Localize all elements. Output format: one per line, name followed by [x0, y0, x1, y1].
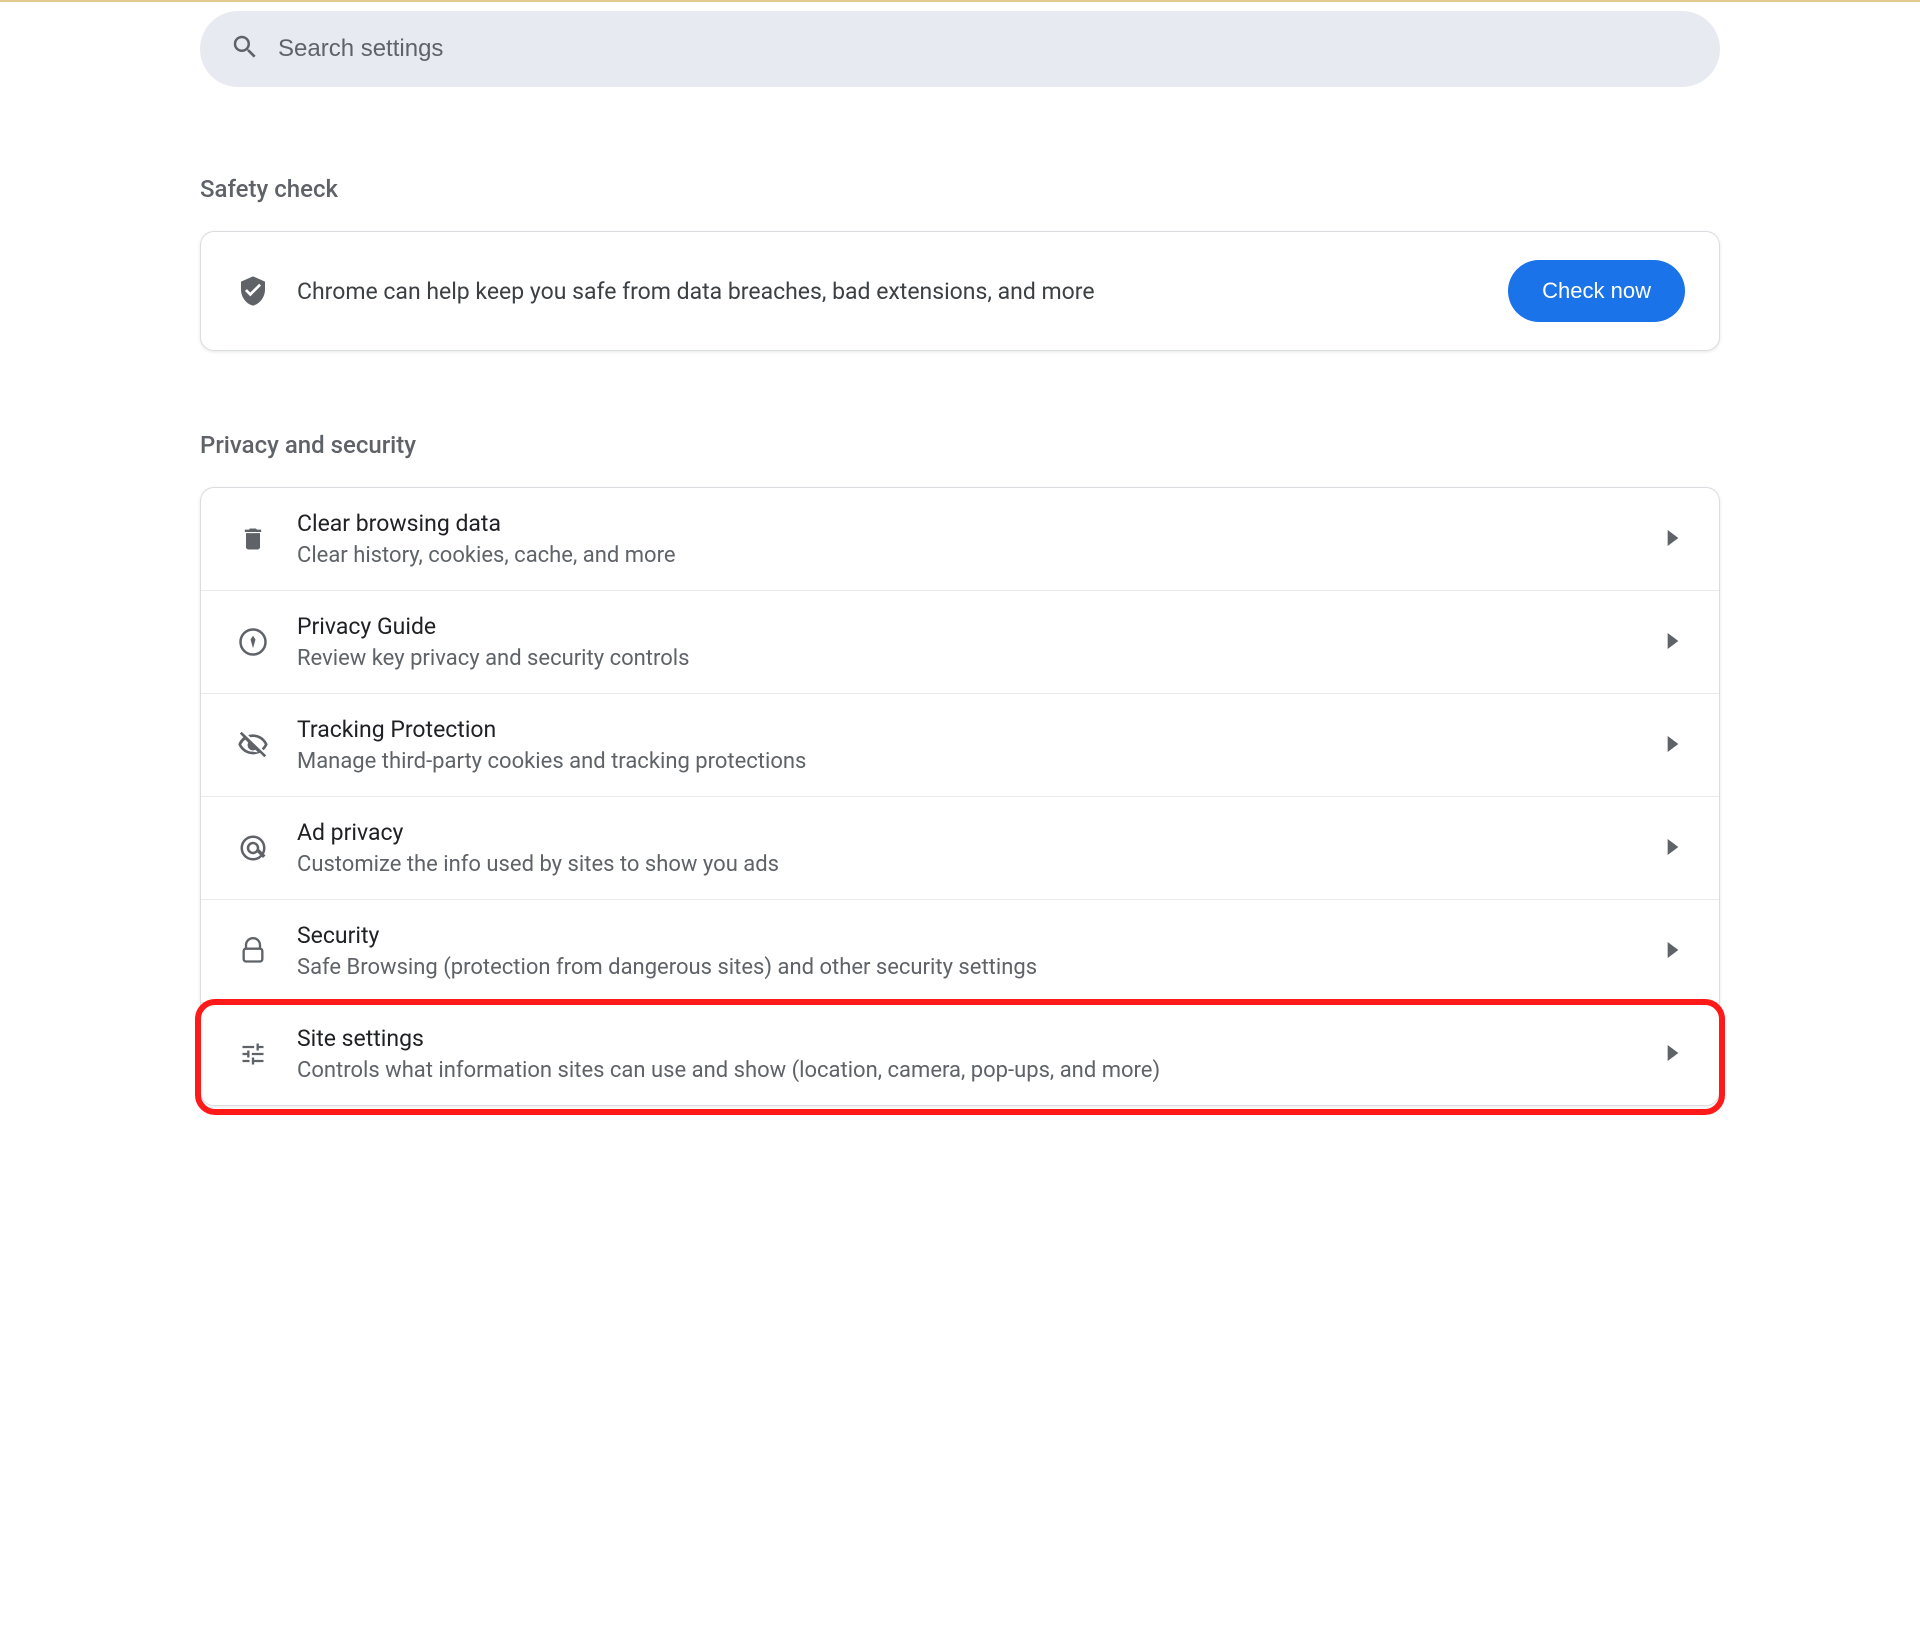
row-title: Site settings	[297, 1025, 1641, 1052]
row-subtitle: Customize the info used by sites to show…	[297, 852, 1641, 877]
safety-check-heading: Safety check	[200, 175, 1720, 203]
row-text: Tracking Protection Manage third-party c…	[297, 716, 1641, 774]
chevron-right-icon	[1667, 530, 1685, 548]
compass-icon	[235, 624, 271, 660]
search-bar[interactable]	[200, 11, 1720, 87]
settings-page: Safety check Chrome can help keep you sa…	[190, 11, 1730, 1106]
row-title: Tracking Protection	[297, 716, 1641, 743]
shield-check-icon	[235, 273, 271, 309]
privacy-card: Clear browsing data Clear history, cooki…	[200, 487, 1720, 1106]
site-settings-row[interactable]: Site settings Controls what information …	[201, 1003, 1719, 1105]
top-border-accent	[0, 0, 1920, 2]
row-text: Site settings Controls what information …	[297, 1025, 1641, 1083]
tracking-protection-row[interactable]: Tracking Protection Manage third-party c…	[201, 694, 1719, 797]
tune-icon	[235, 1036, 271, 1072]
row-title: Ad privacy	[297, 819, 1641, 846]
row-text: Ad privacy Customize the info used by si…	[297, 819, 1641, 877]
safety-check-description: Chrome can help keep you safe from data …	[297, 278, 1482, 305]
chevron-right-icon	[1667, 1045, 1685, 1063]
row-text: Clear browsing data Clear history, cooki…	[297, 510, 1641, 568]
trash-icon	[235, 521, 271, 557]
chevron-right-icon	[1667, 633, 1685, 651]
security-row[interactable]: Security Safe Browsing (protection from …	[201, 900, 1719, 1003]
target-icon	[235, 830, 271, 866]
row-text: Security Safe Browsing (protection from …	[297, 922, 1641, 980]
ad-privacy-row[interactable]: Ad privacy Customize the info used by si…	[201, 797, 1719, 900]
row-subtitle: Review key privacy and security controls	[297, 646, 1641, 671]
row-subtitle: Manage third-party cookies and tracking …	[297, 749, 1641, 774]
row-subtitle: Safe Browsing (protection from dangerous…	[297, 955, 1641, 980]
chevron-right-icon	[1667, 942, 1685, 960]
lock-icon	[235, 933, 271, 969]
chevron-right-icon	[1667, 839, 1685, 857]
row-subtitle: Clear history, cookies, cache, and more	[297, 543, 1641, 568]
row-subtitle: Controls what information sites can use …	[297, 1058, 1641, 1083]
check-now-button[interactable]: Check now	[1508, 260, 1685, 322]
row-title: Privacy Guide	[297, 613, 1641, 640]
search-input[interactable]	[278, 35, 1690, 63]
row-title: Security	[297, 922, 1641, 949]
safety-check-card: Chrome can help keep you safe from data …	[200, 231, 1720, 351]
privacy-heading: Privacy and security	[200, 431, 1720, 459]
row-text: Privacy Guide Review key privacy and sec…	[297, 613, 1641, 671]
chevron-right-icon	[1667, 736, 1685, 754]
row-title: Clear browsing data	[297, 510, 1641, 537]
clear-browsing-data-row[interactable]: Clear browsing data Clear history, cooki…	[201, 488, 1719, 591]
search-icon	[230, 32, 260, 66]
safety-check-row: Chrome can help keep you safe from data …	[201, 232, 1719, 350]
privacy-guide-row[interactable]: Privacy Guide Review key privacy and sec…	[201, 591, 1719, 694]
eye-off-icon	[235, 727, 271, 763]
